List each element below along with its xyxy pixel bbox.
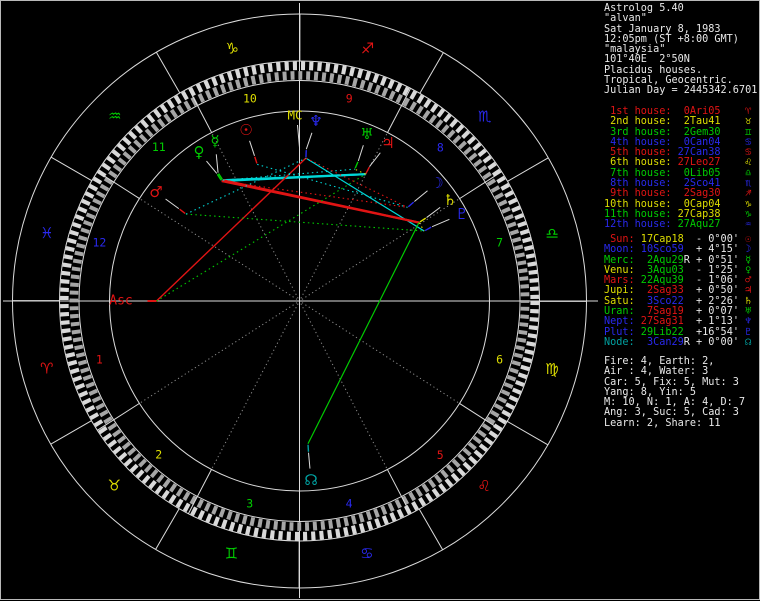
planet-degree-tick-moon [408, 202, 413, 207]
aspect-line-mars-neptune-dotted [186, 158, 306, 214]
sign-boundary-line [51, 157, 92, 181]
planet-glyph-icon-venus: ♀ [194, 143, 205, 161]
zodiac-sign-icon-libra: ♎ [545, 225, 558, 243]
house-cusp-table: 1st house: 0Ari05 ♈ 2nd house: 2Tau41 ♉ … [604, 107, 751, 231]
zodiac-sign-icon-aquarius: ♒ [108, 107, 121, 125]
zodiac-sign-icon-leo: ♌ [477, 477, 490, 495]
zodiac-sign-icon-taurus: ♉ [108, 477, 121, 495]
zodiac-sign-icon-pisces: ♓ [40, 224, 53, 242]
house-cusp-dotted [139, 199, 296, 300]
ascendant-label: Asc [109, 294, 132, 309]
planet-glyph-icon: ☊ [745, 337, 751, 348]
sign-boundary-line [419, 509, 442, 550]
astrolog-app-window: { "app": { "title": "Astrolog 5.40" }, "… [0, 0, 760, 600]
house-number-6: 6 [496, 353, 503, 367]
natal-chart-wheel: ♈♉♊♋♌♍♎♏♐♑♒♓123456789101112☉☽☿♀♂♃♄♅♆♇☊As… [1, 1, 601, 601]
house-number-1: 1 [96, 353, 103, 367]
planet-label: Node: [604, 337, 635, 348]
planet-row-11: Node: 3Can29R + 0°00' ☊ [604, 338, 751, 348]
planet-glyph-icon-pluto: ♇ [455, 205, 468, 223]
planet-glyph-icon-jupiter: ♃ [381, 134, 394, 152]
aspect-line-node-saturn [308, 223, 419, 444]
house-number-3: 3 [246, 496, 253, 510]
house-cusp-dotted [302, 303, 459, 404]
sign-boundary-line [156, 52, 179, 93]
house-label: 12th house: [604, 219, 671, 230]
planet-pointer-line [414, 191, 427, 202]
planet-pointer-line [166, 199, 179, 209]
header-line-9: Julian Day = 2445342.6701 [604, 86, 757, 96]
house-number-4: 4 [346, 497, 353, 511]
planet-glyph-icon-moon: ☽ [430, 174, 443, 192]
planet-pointer-line [427, 207, 441, 217]
planet-pointer-line [358, 145, 363, 161]
zodiac-sign-icon-capricorn: ♑ [225, 39, 238, 57]
planet-pointer-line [206, 161, 216, 173]
planet-degree-tick-mars [180, 209, 186, 213]
zodiac-sign-icon-aries: ♈ [40, 359, 53, 377]
zodiac-sign-icon-cancer: ♋ [360, 545, 373, 563]
midheaven-label: MC [287, 108, 302, 123]
planet-velocity: + 0°00' [690, 337, 739, 348]
planet-degree-tick-pluto [425, 227, 431, 230]
planet-pointer-line [432, 219, 449, 226]
planet-degree-tick-sun [255, 157, 257, 164]
house-number-8: 8 [437, 140, 444, 154]
house-cusp-dotted [212, 304, 299, 470]
planet-position-value: 3Can29 [635, 337, 684, 348]
totals-line-7: Learn: 2, Share: 11 [604, 419, 745, 429]
zodiac-sign-icon-gemini: ♊ [225, 544, 238, 562]
house-number-10: 10 [243, 91, 257, 105]
aspect-line-asc-jupiter-dotted [157, 174, 366, 301]
planet-pointer-line [216, 154, 218, 172]
house-number-5: 5 [437, 448, 444, 462]
sign-glyph-icon: ♒ [745, 219, 751, 230]
house-number-7: 7 [496, 235, 503, 249]
planet-glyph-icon-node: ☊ [304, 471, 317, 489]
planet-pointer-line [306, 133, 312, 149]
house-cusp-dotted [301, 133, 388, 299]
house-number-9: 9 [346, 92, 353, 106]
house-row-12: 12th house: 27Aqu27 ♒ [604, 220, 751, 230]
planet-glyph-icon-mercury: ☿ [210, 132, 219, 150]
axis-labels: Asc MC [109, 108, 302, 309]
sign-boundary-line [507, 421, 548, 445]
chart-axes [3, 3, 598, 598]
zodiac-sign-icon-virgo: ♍ [545, 360, 558, 378]
planet-pointer-line [370, 153, 381, 166]
planet-glyph-icon-sun: ☉ [239, 121, 252, 139]
planet-pointer-line [309, 453, 310, 469]
house-cusp-dotted [139, 303, 297, 404]
element-totals: Fire: 4, Earth: 2,Air : 4, Water: 3Car: … [604, 357, 745, 429]
house-cusp-value: 27Aqu27 [671, 219, 720, 230]
planet-glyph-icon-neptune: ♆ [309, 112, 322, 130]
planet-degree-tick-uranus [355, 162, 358, 168]
zodiac-sign-icon-scorpio: ♏ [478, 107, 492, 125]
house-cusp-dotted [301, 304, 387, 470]
planet-glyph-icon-mars: ♂ [149, 183, 162, 201]
house-number-12: 12 [92, 235, 106, 249]
planet-degree-tick-jupiter [366, 167, 369, 173]
planet-position-table: Sun: 17Cap18 - 0°00' ☉Moon: 10Sco59 + 4°… [604, 235, 751, 348]
zodiac-sign-icon-sagittarius: ♐ [361, 40, 374, 58]
sign-boundary-line [420, 53, 444, 94]
sign-boundary-line [156, 509, 180, 550]
sign-boundary-line [51, 421, 92, 444]
house-number-2: 2 [155, 448, 162, 462]
planet-degree-tick-saturn [420, 218, 426, 222]
house-number-11: 11 [152, 140, 166, 154]
info-panel: Astrolog 5.40"alvan"Sat January 8, 19831… [604, 1, 760, 601]
planet-glyph-icon-uranus: ♅ [360, 125, 373, 143]
planet-pointer-line [250, 141, 255, 156]
sign-boundary-line [508, 158, 549, 181]
chart-header: Astrolog 5.40"alvan"Sat January 8, 19831… [604, 4, 757, 97]
